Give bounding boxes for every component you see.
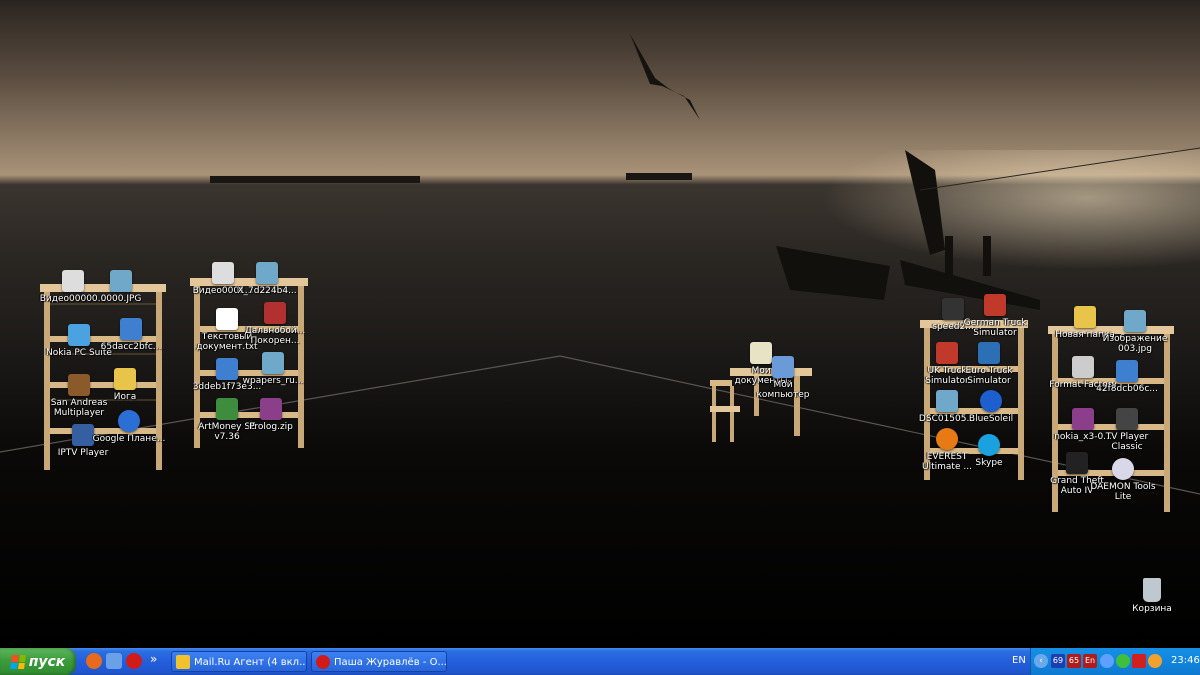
truck-game-icon bbox=[264, 302, 286, 324]
desktop: Видео00000... 0000.JPG Nokia PC Suite 65… bbox=[0, 0, 1200, 648]
gta-sa-icon bbox=[68, 374, 90, 396]
icon-label: Google Плане... bbox=[92, 434, 166, 444]
iptv-icon bbox=[72, 424, 94, 446]
start-label: пуск bbox=[28, 653, 66, 670]
task-mailru-agent[interactable]: Mail.Ru Агент (4 вкл... bbox=[171, 651, 307, 672]
show-desktop-icon[interactable] bbox=[106, 653, 122, 669]
tray-collapse-icon[interactable]: ‹ bbox=[1034, 654, 1048, 668]
skype-icon bbox=[978, 434, 1000, 456]
start-button[interactable]: пуск bbox=[0, 648, 76, 675]
desktop-icon-image-003[interactable]: Изображение 003.jpg bbox=[1098, 310, 1172, 354]
desktop-icon-euro-truck[interactable]: Euro Truck Simulator bbox=[952, 342, 1026, 386]
badge-text: 65 bbox=[1068, 656, 1080, 665]
icon-label: Изображение 003.jpg bbox=[1102, 334, 1168, 354]
icon-label: Skype bbox=[975, 458, 1003, 468]
text-file-icon bbox=[216, 308, 238, 330]
truck-game-icon bbox=[978, 342, 1000, 364]
my-computer-icon bbox=[772, 356, 794, 378]
nokia-icon bbox=[68, 324, 90, 346]
icon-label: Йога bbox=[113, 392, 137, 402]
icon-label: X_7d224b4... bbox=[237, 286, 297, 296]
icon-label: BlueSoleil bbox=[968, 414, 1014, 424]
recycle-bin-icon bbox=[1143, 578, 1161, 602]
mp3-file-icon bbox=[120, 318, 142, 340]
gpu-temp-icon[interactable]: 65 bbox=[1067, 654, 1081, 668]
task-opera-browser[interactable]: Паша Журавлёв - О... bbox=[311, 651, 447, 672]
daemon-tools-icon bbox=[1112, 458, 1134, 480]
image-file-icon bbox=[1124, 310, 1146, 332]
desktop-icon-yoga-folder[interactable]: Йога bbox=[88, 368, 162, 402]
image-file-icon bbox=[262, 352, 284, 374]
bluetooth-tray-icon[interactable] bbox=[1100, 654, 1114, 668]
icon-label: 42f8dcb06c... bbox=[1096, 384, 1158, 394]
icon-label: Корзина bbox=[1132, 604, 1172, 614]
desktop-icon-mp3-65dacc[interactable]: 65dacc2bfc... bbox=[94, 318, 168, 352]
desktop-icon-my-computer[interactable]: Мой компьютер bbox=[746, 356, 820, 400]
desktop-icon-wpapers[interactable]: wpapers_ru... bbox=[236, 352, 310, 386]
desktop-icon-0000-jpg[interactable]: 0000.JPG bbox=[84, 270, 158, 304]
mailru-agent-icon bbox=[176, 655, 190, 669]
icon-label: Дальнобой... Покорен... bbox=[244, 326, 306, 346]
bluetooth-icon bbox=[980, 390, 1002, 412]
image-file-icon bbox=[110, 270, 132, 292]
winrar-icon bbox=[260, 398, 282, 420]
desktop-icon-mp3-42f8dc[interactable]: 42f8dcb06c... bbox=[1090, 360, 1164, 394]
mp3-file-icon bbox=[1116, 360, 1138, 382]
taskbar: пуск » Mail.Ru Агент (4 вкл... Паша Жура… bbox=[0, 648, 1200, 675]
ati-icon[interactable] bbox=[1132, 654, 1146, 668]
task-label: Mail.Ru Агент (4 вкл... bbox=[194, 657, 307, 668]
icon-label: IPTV Player bbox=[57, 448, 109, 458]
keyboard-layout-icon[interactable]: En bbox=[1083, 654, 1097, 668]
desktop-icon-google-earth[interactable]: Google Плане... bbox=[92, 410, 166, 444]
desktop-icon-tv-player-classic[interactable]: TV Player Classic bbox=[1090, 408, 1164, 452]
image-file-icon bbox=[256, 262, 278, 284]
desktop-icon-german-truck[interactable]: German Truck Simulator bbox=[958, 294, 1032, 338]
icon-label: TV Player Classic bbox=[1105, 432, 1149, 452]
badge-text: En bbox=[1084, 656, 1096, 665]
mp3-file-icon bbox=[216, 358, 238, 380]
icon-label: DAEMON Tools Lite bbox=[1090, 482, 1156, 502]
firefox-icon[interactable] bbox=[86, 653, 102, 669]
cpu-temp-icon[interactable]: 69 bbox=[1051, 654, 1065, 668]
icon-label: 0000.JPG bbox=[100, 294, 142, 304]
desktop-icon-bluesoleil[interactable]: BlueSoleil bbox=[954, 390, 1028, 424]
desktop-icon-truck-conquest[interactable]: Дальнобой... Покорен... bbox=[238, 302, 312, 346]
icon-label: 65dacc2bfc... bbox=[100, 342, 162, 352]
icon-label: Prolog.zip bbox=[249, 422, 293, 432]
icon-label: wpapers_ru... bbox=[242, 376, 304, 386]
windows-logo-icon bbox=[9, 654, 26, 669]
truck-game-icon bbox=[984, 294, 1006, 316]
opera-icon bbox=[316, 655, 330, 669]
badge-text: 69 bbox=[1052, 656, 1064, 665]
system-tray: ‹ 69 65 En 23:46 bbox=[1030, 648, 1200, 675]
tv-player-icon bbox=[1116, 408, 1138, 430]
video-file-icon bbox=[62, 270, 84, 292]
icon-label: Мой компьютер bbox=[756, 380, 810, 400]
task-label: Паша Журавлёв - О... bbox=[334, 657, 447, 668]
icon-label: Euro Truck Simulator bbox=[965, 366, 1013, 386]
desktop-icon-x-7d224b4[interactable]: X_7d224b4... bbox=[230, 262, 304, 296]
google-earth-icon bbox=[118, 410, 140, 432]
desktop-icon-prolog-zip[interactable]: Prolog.zip bbox=[234, 398, 308, 432]
desktop-icon-recycle-bin[interactable]: Корзина bbox=[1115, 578, 1189, 614]
icon-label: German Truck Simulator bbox=[963, 318, 1027, 338]
quick-launch-overflow[interactable]: » bbox=[150, 652, 157, 666]
folder-icon bbox=[1074, 306, 1096, 328]
desktop-icon-skype[interactable]: Skype bbox=[952, 434, 1026, 468]
clock[interactable]: 23:46 bbox=[1171, 655, 1200, 666]
network-icon[interactable] bbox=[1116, 654, 1130, 668]
mailru-tray-icon[interactable] bbox=[1148, 654, 1162, 668]
desktop-icon-daemon-tools[interactable]: DAEMON Tools Lite bbox=[1086, 458, 1160, 502]
language-indicator[interactable]: EN bbox=[1012, 655, 1026, 666]
gta-iv-icon bbox=[1066, 452, 1088, 474]
opera-icon[interactable] bbox=[126, 653, 142, 669]
folder-icon bbox=[114, 368, 136, 390]
